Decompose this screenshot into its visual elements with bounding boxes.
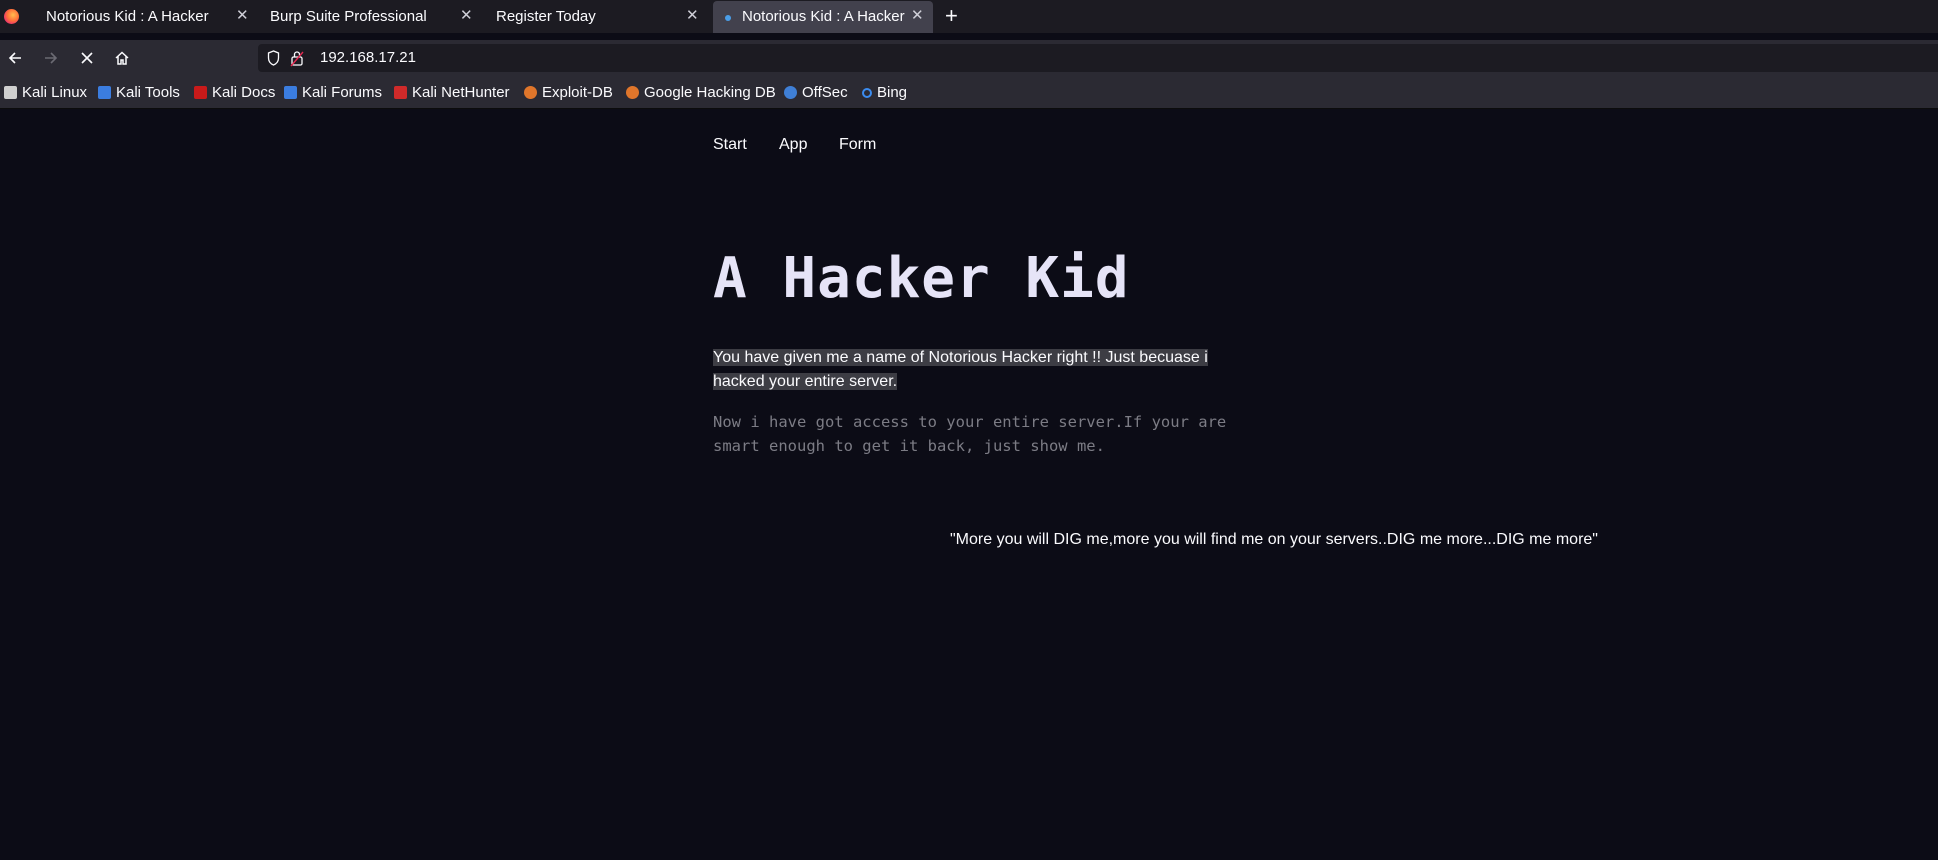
monospace-paragraph: Now i have got access to your entire ser… [713,413,1227,455]
kali-tools-icon [98,86,111,99]
ghdb-icon [626,86,639,99]
dig-quote: "More you will DIG me,more you will find… [950,531,1598,548]
tab-title: Burp Suite Professional [270,8,427,25]
exploit-db-icon [524,86,537,99]
bookmark-label: Kali Linux [22,84,88,101]
kali-docs-icon [194,86,207,99]
bookmarks-toolbar: Kali Linux Kali Tools Kali Docs Kali For… [0,76,1938,109]
tracking-shield-icon[interactable] [267,50,280,66]
firefox-logo-icon[interactable] [4,9,19,24]
page-title: A Hacker Kid [713,246,1130,311]
bookmark-label: Kali NetHunter [412,84,510,101]
navigation-toolbar: 192.168.17.21 [0,40,1938,76]
tab-notorious-kid-1[interactable]: Notorious Kid : A Hacker ✕ [24,0,250,33]
new-tab-button[interactable]: + [945,3,958,29]
tab-strip: Notorious Kid : A Hacker ✕ Burp Suite Pr… [0,0,1938,33]
bookmark-label: Google Hacking DB [644,84,776,101]
kali-dragon-icon [4,86,17,99]
bookmark-kali-forums[interactable]: Kali Forums [284,84,382,101]
url-bar[interactable]: 192.168.17.21 [258,44,1938,72]
tab-close-icon[interactable]: ✕ [460,6,473,24]
bing-search-icon [862,87,872,98]
bookmark-label: Kali Tools [116,84,180,101]
nethunter-icon [394,86,407,99]
url-text[interactable]: 192.168.17.21 [320,49,416,66]
tab-close-icon[interactable]: ✕ [236,6,249,24]
bookmark-kali-linux[interactable]: Kali Linux [4,84,87,101]
bookmark-kali-tools[interactable]: Kali Tools [98,84,180,101]
tab-title: Notorious Kid : A Hacker [46,8,209,25]
bookmark-bing[interactable]: Bing [862,84,907,101]
nav-link-start[interactable]: Start [713,136,747,154]
back-arrow-icon[interactable] [1,40,29,76]
kali-forums-icon [284,86,297,99]
web-page: Start App Form A Hacker Kid You have giv… [0,110,1938,860]
bookmark-label: OffSec [802,84,848,101]
nav-link-app[interactable]: App [779,136,807,154]
tab-close-icon[interactable]: ✕ [911,6,924,24]
tab-close-icon[interactable]: ✕ [686,6,699,24]
insecure-lock-icon[interactable] [290,49,304,67]
home-icon[interactable] [108,40,136,76]
tab-title: Register Today [496,8,596,25]
bookmark-kali-docs[interactable]: Kali Docs [194,84,275,101]
bookmark-exploit-db[interactable]: Exploit-DB [524,84,613,101]
bookmark-label: Kali Forums [302,84,383,101]
intro-text: You have given me a name of Notorious Ha… [713,346,1233,394]
tab-register-today[interactable]: Register Today ✕ [476,0,702,33]
bookmark-label: Exploit-DB [542,84,613,101]
intro-highlighted-text: You have given me a name of Notorious Ha… [713,349,1208,390]
bookmark-offsec[interactable]: OffSec [784,84,848,101]
nav-link-form[interactable]: Form [839,136,876,154]
tab-burp-suite[interactable]: Burp Suite Professional ✕ [250,0,476,33]
bookmark-kali-nethunter[interactable]: Kali NetHunter [394,84,510,101]
tab-notorious-kid-active[interactable]: Notorious Kid : A Hacker ✕ [713,1,933,33]
offsec-icon [784,86,797,99]
forward-arrow-icon[interactable] [37,40,65,76]
stop-icon[interactable] [73,40,101,76]
bookmark-label: Kali Docs [212,84,276,101]
page-favicon-icon [725,15,731,21]
tab-title: Notorious Kid : A Hacker [742,8,905,25]
bookmark-google-hacking-db[interactable]: Google Hacking DB [626,84,776,101]
bookmark-label: Bing [877,84,908,101]
